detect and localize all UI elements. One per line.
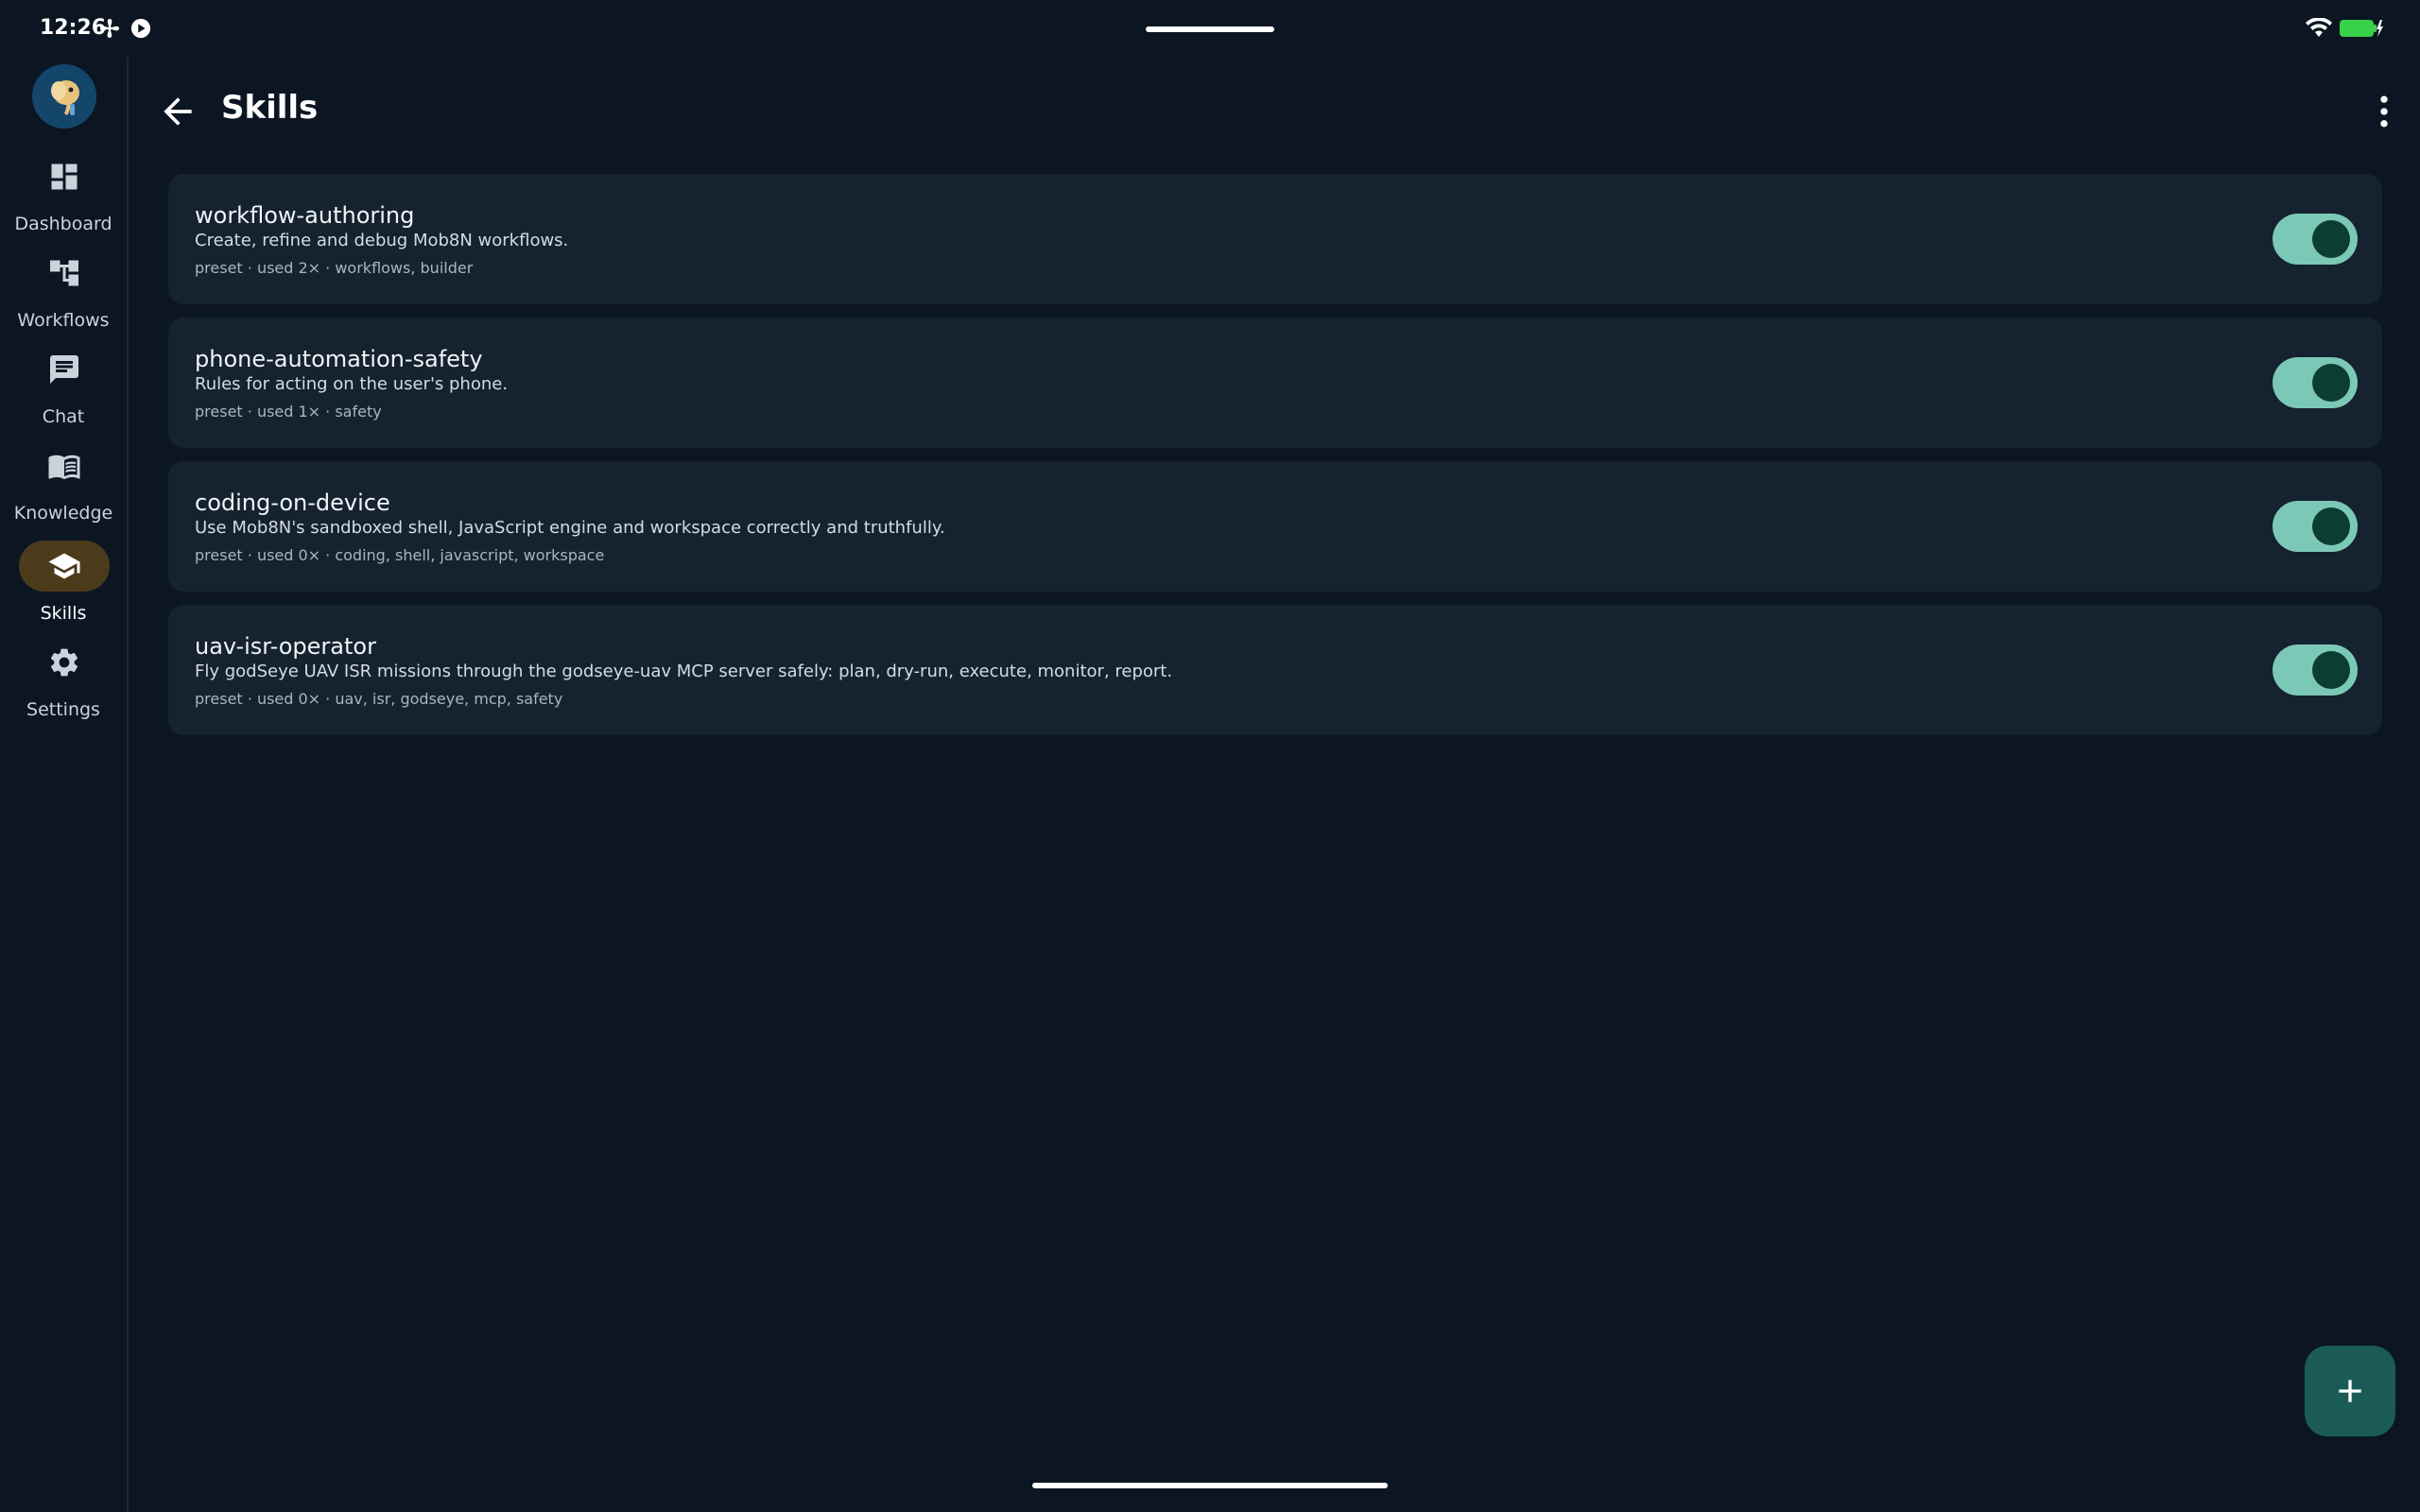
skill-card-phone-automation-safety[interactable]: phone-automation-safety Rules for acting… <box>168 318 2382 448</box>
nav-item-workflows[interactable]: Workflows <box>0 248 127 338</box>
skill-description: Fly godSeye UAV ISR missions through the… <box>195 662 1173 681</box>
skill-enabled-toggle[interactable] <box>2273 501 2358 552</box>
toggle-knob <box>2312 364 2350 402</box>
skill-enabled-toggle[interactable] <box>2273 644 2358 696</box>
skill-enabled-toggle[interactable] <box>2273 357 2358 408</box>
skill-name: uav-isr-operator <box>195 633 376 660</box>
add-skill-button[interactable] <box>2305 1346 2395 1436</box>
skill-enabled-toggle[interactable] <box>2273 214 2358 265</box>
battery-charging-icon <box>2340 20 2383 37</box>
nav-item-knowledge[interactable]: Knowledge <box>0 440 127 531</box>
skill-name: phone-automation-safety <box>195 346 483 372</box>
nav-label-workflows: Workflows <box>17 310 110 331</box>
navigation-rail: Dashboard Workflows Chat Knowledge Skill… <box>0 57 129 1512</box>
top-app-bar: Skills <box>129 57 2420 163</box>
skill-card-uav-isr-operator[interactable]: uav-isr-operator Fly godSeye UAV ISR mis… <box>168 605 2382 735</box>
settings-icon <box>50 648 78 677</box>
toggle-knob <box>2312 507 2350 545</box>
chat-icon <box>50 355 78 384</box>
skill-card-workflow-authoring[interactable]: workflow-authoring Create, refine and de… <box>168 174 2382 304</box>
skill-name: coding-on-device <box>195 490 390 516</box>
toggle-knob <box>2312 220 2350 258</box>
more-vert-icon[interactable] <box>2363 91 2405 132</box>
avatar-mascot-icon <box>32 64 96 129</box>
skill-meta: preset · used 0× · uav, isr, godseye, mc… <box>195 690 563 708</box>
skill-meta: preset · used 0× · coding, shell, javasc… <box>195 546 605 564</box>
dashboard-icon <box>51 163 78 190</box>
skill-description: Use Mob8N's sandboxed shell, JavaScript … <box>195 518 945 538</box>
page-title: Skills <box>221 89 319 127</box>
skills-list: workflow-authoring Create, refine and de… <box>168 174 2382 748</box>
nav-label-skills: Skills <box>40 603 87 624</box>
skill-name: workflow-authoring <box>195 202 415 229</box>
status-handle <box>1146 26 1274 32</box>
skill-meta: preset · used 1× · safety <box>195 403 382 421</box>
workflows-icon <box>50 260 78 286</box>
nav-item-chat[interactable]: Chat <box>0 344 127 435</box>
knowledge-icon <box>48 455 80 480</box>
avatar[interactable] <box>32 64 96 129</box>
status-time: 12:26 <box>40 16 107 40</box>
skill-meta: preset · used 2× · workflows, builder <box>195 259 474 277</box>
fan-icon <box>100 19 119 38</box>
nav-label-chat: Chat <box>42 406 85 427</box>
back-arrow-icon[interactable] <box>157 91 199 132</box>
plus-icon <box>2339 1380 2361 1402</box>
skill-card-coding-on-device[interactable]: coding-on-device Use Mob8N's sandboxed s… <box>168 461 2382 592</box>
nav-label-dashboard: Dashboard <box>14 214 112 234</box>
status-bar: 12:26 <box>0 0 2420 57</box>
skill-description: Create, refine and debug Mob8N workflows… <box>195 231 569 250</box>
play-icon <box>130 18 151 39</box>
toggle-knob <box>2312 651 2350 689</box>
skill-description: Rules for acting on the user's phone. <box>195 374 509 394</box>
nav-item-settings[interactable]: Settings <box>0 637 127 728</box>
nav-label-knowledge: Knowledge <box>13 503 113 524</box>
home-indicator[interactable] <box>1032 1483 1388 1488</box>
wifi-icon <box>2306 18 2332 37</box>
nav-item-dashboard[interactable]: Dashboard <box>0 151 127 242</box>
nav-item-skills[interactable]: Skills <box>0 541 127 631</box>
skills-icon <box>48 553 80 579</box>
nav-label-settings: Settings <box>26 699 100 720</box>
